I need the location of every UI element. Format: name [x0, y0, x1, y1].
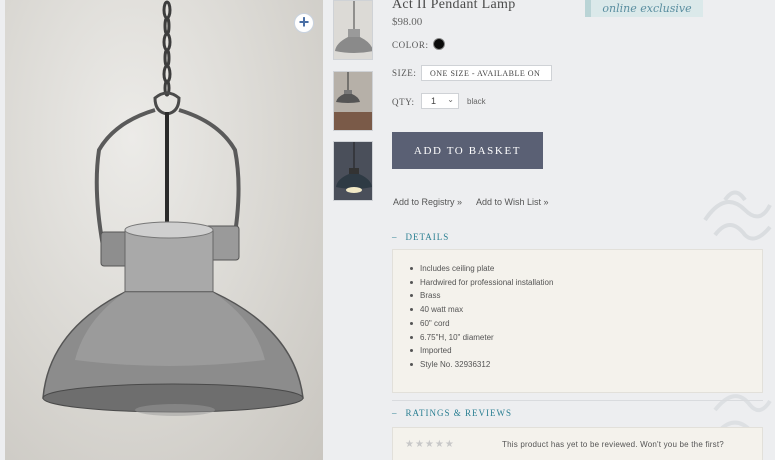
main-product-image[interactable]: + [5, 0, 323, 460]
color-swatch-black[interactable] [433, 38, 445, 50]
lamp-illustration [42, 0, 304, 416]
ratings-reviews-heading: RATINGS & REVIEWS [405, 408, 512, 418]
rating-stars-icon: ★★★★★ [405, 439, 455, 450]
product-price: $98.00 [392, 16, 423, 28]
qty-label: QTY: [392, 97, 415, 107]
qty-value: 1 [431, 96, 437, 106]
qty-select[interactable]: 1 ⌄ [421, 93, 459, 109]
details-list: Includes ceiling plate Hardwired for pro… [393, 250, 762, 372]
ratings-reviews-toggle[interactable]: – RATINGS & REVIEWS [392, 408, 512, 418]
add-to-registry-link[interactable]: Add to Registry » [393, 197, 462, 207]
minus-icon: – [392, 232, 398, 242]
decorative-ornament [703, 190, 772, 241]
selected-color-name: black [467, 97, 486, 106]
size-label: SIZE: [392, 68, 417, 78]
details-item: Includes ceiling plate [410, 262, 762, 276]
chevron-down-icon: ⌄ [447, 95, 454, 104]
reviews-panel: ★★★★★ This product has yet to be reviewe… [392, 427, 763, 460]
details-panel: Includes ceiling plate Hardwired for pro… [392, 249, 763, 393]
minus-icon: – [392, 408, 398, 418]
details-item: Brass [410, 289, 762, 303]
details-heading: DETAILS [405, 232, 450, 242]
zoom-button[interactable]: + [294, 13, 314, 33]
color-label: COLOR: [392, 40, 429, 50]
section-divider [392, 400, 763, 401]
details-item: Hardwired for professional installation [410, 276, 762, 290]
thumbnail-3[interactable] [333, 141, 373, 201]
online-exclusive-badge: online exclusive [585, 0, 703, 17]
details-toggle[interactable]: – DETAILS [392, 232, 449, 242]
details-item: 40 watt max [410, 303, 762, 317]
thumbnail-2[interactable] [333, 71, 373, 131]
details-item: 60" cord [410, 317, 762, 331]
size-select[interactable]: ONE SIZE - AVAILABLE ON [421, 65, 552, 81]
no-reviews-message[interactable]: This product has yet to be reviewed. Won… [502, 440, 724, 449]
plus-icon: + [298, 12, 310, 32]
product-title: Act II Pendant Lamp [392, 0, 516, 12]
details-item: Style No. 32936312 [410, 358, 762, 372]
details-item: 6.75"H, 10" diameter [410, 331, 762, 345]
add-to-basket-button[interactable]: ADD TO BASKET [392, 132, 543, 169]
details-item: Imported [410, 344, 762, 358]
add-to-wish-list-link[interactable]: Add to Wish List » [476, 197, 549, 207]
thumbnail-1[interactable] [333, 0, 373, 60]
